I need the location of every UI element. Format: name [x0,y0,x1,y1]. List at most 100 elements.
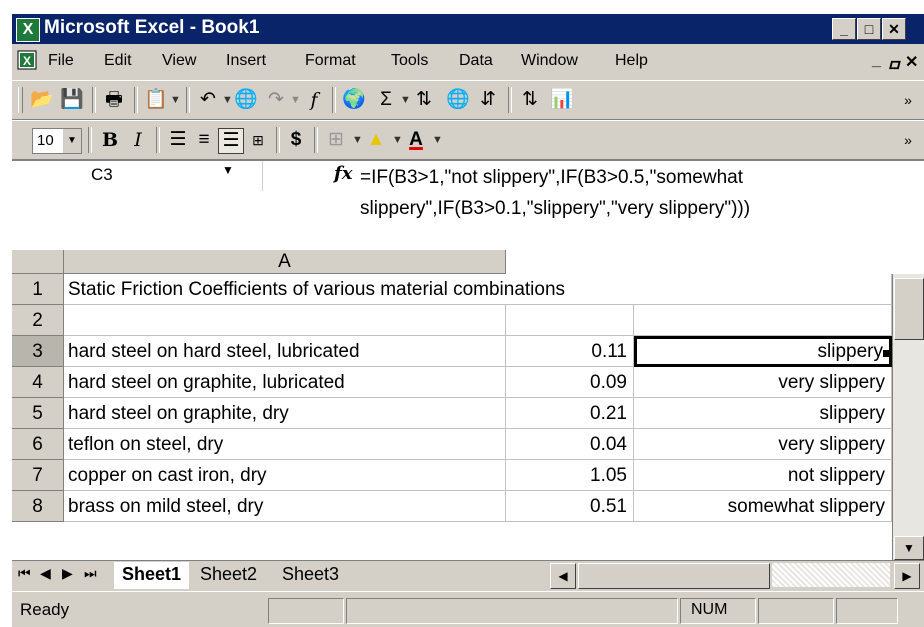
cell-b[interactable]: 0.04 [506,429,634,460]
name-box[interactable]: C3 ▼ [12,161,263,191]
sort-ascending-icon[interactable]: ⇅ [412,88,436,112]
doc-minimize-button[interactable]: _ [872,52,881,70]
insert-function-icon[interactable]: fx [334,163,352,184]
merge-center-icon[interactable]: ⊞ [246,128,270,152]
align-left-icon[interactable]: ☰ [166,128,190,152]
menu-file[interactable]: File [48,52,74,70]
menu-data[interactable]: Data [459,52,493,70]
redo-icon[interactable]: ↷ [264,88,288,112]
print-icon[interactable]: 🖶 [102,88,126,112]
toolbar-grip[interactable] [18,87,23,113]
redo-dropdown-icon[interactable]: ▼ [290,88,301,112]
cell-a[interactable]: Static Friction Coefficients of various … [64,274,565,305]
vertical-scrollbar[interactable]: ▼ [892,274,924,560]
cell-c[interactable]: slippery [634,398,892,429]
cell-b[interactable]: 0.09 [506,367,634,398]
cell-b[interactable]: 0.21 [506,398,634,429]
close-button[interactable]: ✕ [882,18,906,40]
undo-icon[interactable]: ↶ [196,88,220,112]
font-size-select[interactable]: 10 ▼ [32,128,82,154]
cell-c[interactable]: very slippery [634,429,892,460]
scroll-track[interactable] [772,563,890,587]
cell-c[interactable]: somewhat slippery [634,491,892,522]
undo-dropdown-icon[interactable]: ▼ [222,88,233,112]
row-header[interactable]: 1 [12,274,64,305]
cell-b[interactable] [506,305,634,336]
sort-icon[interactable]: ⇅ [518,88,542,112]
scroll-down-arrow-icon[interactable]: ▼ [894,536,924,560]
save-icon[interactable]: 💾 [60,88,84,112]
scroll-left-arrow-icon[interactable]: ◀ [550,563,576,589]
cell-a[interactable]: hard steel on graphite, dry [64,398,506,429]
tab-sheet2[interactable]: Sheet2 [192,562,265,589]
menu-window[interactable]: Window [521,52,578,70]
insert-function-icon[interactable]: f [302,88,326,112]
cell-a[interactable]: copper on cast iron, dry [64,460,506,491]
cell-c[interactable]: slippery [634,336,892,367]
cell-b[interactable]: 0.51 [506,491,634,522]
horizontal-scrollbar[interactable]: ◀ ▶ [550,563,922,589]
sort-descending-icon[interactable]: ⇵ [476,88,500,112]
fill-color-icon[interactable]: ▲ [364,128,388,152]
align-right-icon[interactable]: ☰ [218,128,244,154]
chart-wizard-icon[interactable]: 📊 [550,88,574,112]
bold-icon[interactable]: B [98,128,122,152]
menu-format[interactable]: Format [305,52,356,70]
doc-close-button[interactable]: ✕ [905,52,918,72]
cell-a[interactable]: hard steel on graphite, lubricated [64,367,506,398]
tab-sheet3[interactable]: Sheet3 [274,562,347,589]
font-color-icon[interactable]: A [404,128,428,152]
minimize-button[interactable]: _ [832,18,856,40]
autosum-dropdown-icon[interactable]: ▼ [400,88,411,112]
chevron-down-icon[interactable]: ▼ [63,129,81,153]
cell-c[interactable]: very slippery [634,367,892,398]
web-icon[interactable]: 🌍 [342,88,366,112]
prev-sheet-icon[interactable]: ◀ [40,565,51,582]
cell-a[interactable]: brass on mild steel, dry [64,491,506,522]
tab-sheet1[interactable]: Sheet1 [114,562,190,589]
row-header[interactable]: 5 [12,398,64,429]
row-header[interactable]: 8 [12,491,64,522]
hyperlink-icon[interactable]: 🌐 [234,88,258,112]
scroll-right-arrow-icon[interactable]: ▶ [894,563,920,589]
row-header[interactable]: 4 [12,367,64,398]
cell-b[interactable]: 1.05 [506,460,634,491]
autosum-icon[interactable]: Σ [374,88,398,112]
excel-app-icon[interactable]: X [16,18,40,42]
globe-icon[interactable]: 🌐 [446,88,470,112]
menu-help[interactable]: Help [615,52,648,70]
row-header[interactable]: 7 [12,460,64,491]
font-color-dropdown-icon[interactable]: ▼ [432,128,443,152]
italic-icon[interactable]: I [126,128,150,152]
menu-edit[interactable]: Edit [104,52,132,70]
maximize-button[interactable]: □ [857,18,881,40]
menu-insert[interactable]: Insert [226,52,266,70]
paste-dropdown-icon[interactable]: ▼ [170,88,181,112]
cell-c[interactable] [634,274,892,305]
row-header[interactable]: 6 [12,429,64,460]
last-sheet-icon[interactable]: ⏭ [84,565,97,582]
column-header-a[interactable]: A [64,250,506,274]
fill-color-dropdown-icon[interactable]: ▼ [392,128,403,152]
borders-dropdown-icon[interactable]: ▼ [352,128,363,152]
first-sheet-icon[interactable]: ⏮ [18,565,31,582]
workbook-icon[interactable]: X [16,48,38,72]
formula-input[interactable]: =IF(B3>1,"not slippery",IF(B3>0.5,"somew… [360,162,920,224]
cell-b[interactable]: 0.11 [506,336,634,367]
scroll-thumb[interactable] [578,563,770,589]
cell-a[interactable] [64,305,506,336]
row-header[interactable]: 2 [12,305,64,336]
cell-a[interactable]: hard steel on hard steel, lubricated [64,336,506,367]
borders-icon[interactable]: ⊞ [324,128,348,152]
menu-tools[interactable]: Tools [391,52,428,70]
scroll-thumb[interactable] [894,278,924,340]
toolbar-more-icon[interactable]: » [896,88,920,112]
toolbar-more-icon[interactable]: » [896,128,920,152]
currency-icon[interactable]: $ [284,128,308,152]
cell-a[interactable]: teflon on steel, dry [64,429,506,460]
chevron-down-icon[interactable]: ▼ [222,163,234,177]
worksheet-grid[interactable]: A 1 Static Friction Coefficients of vario… [12,250,924,560]
paste-icon[interactable]: 📋 [144,88,168,112]
next-sheet-icon[interactable]: ▶ [62,565,73,582]
cell-c[interactable]: not slippery [634,460,892,491]
